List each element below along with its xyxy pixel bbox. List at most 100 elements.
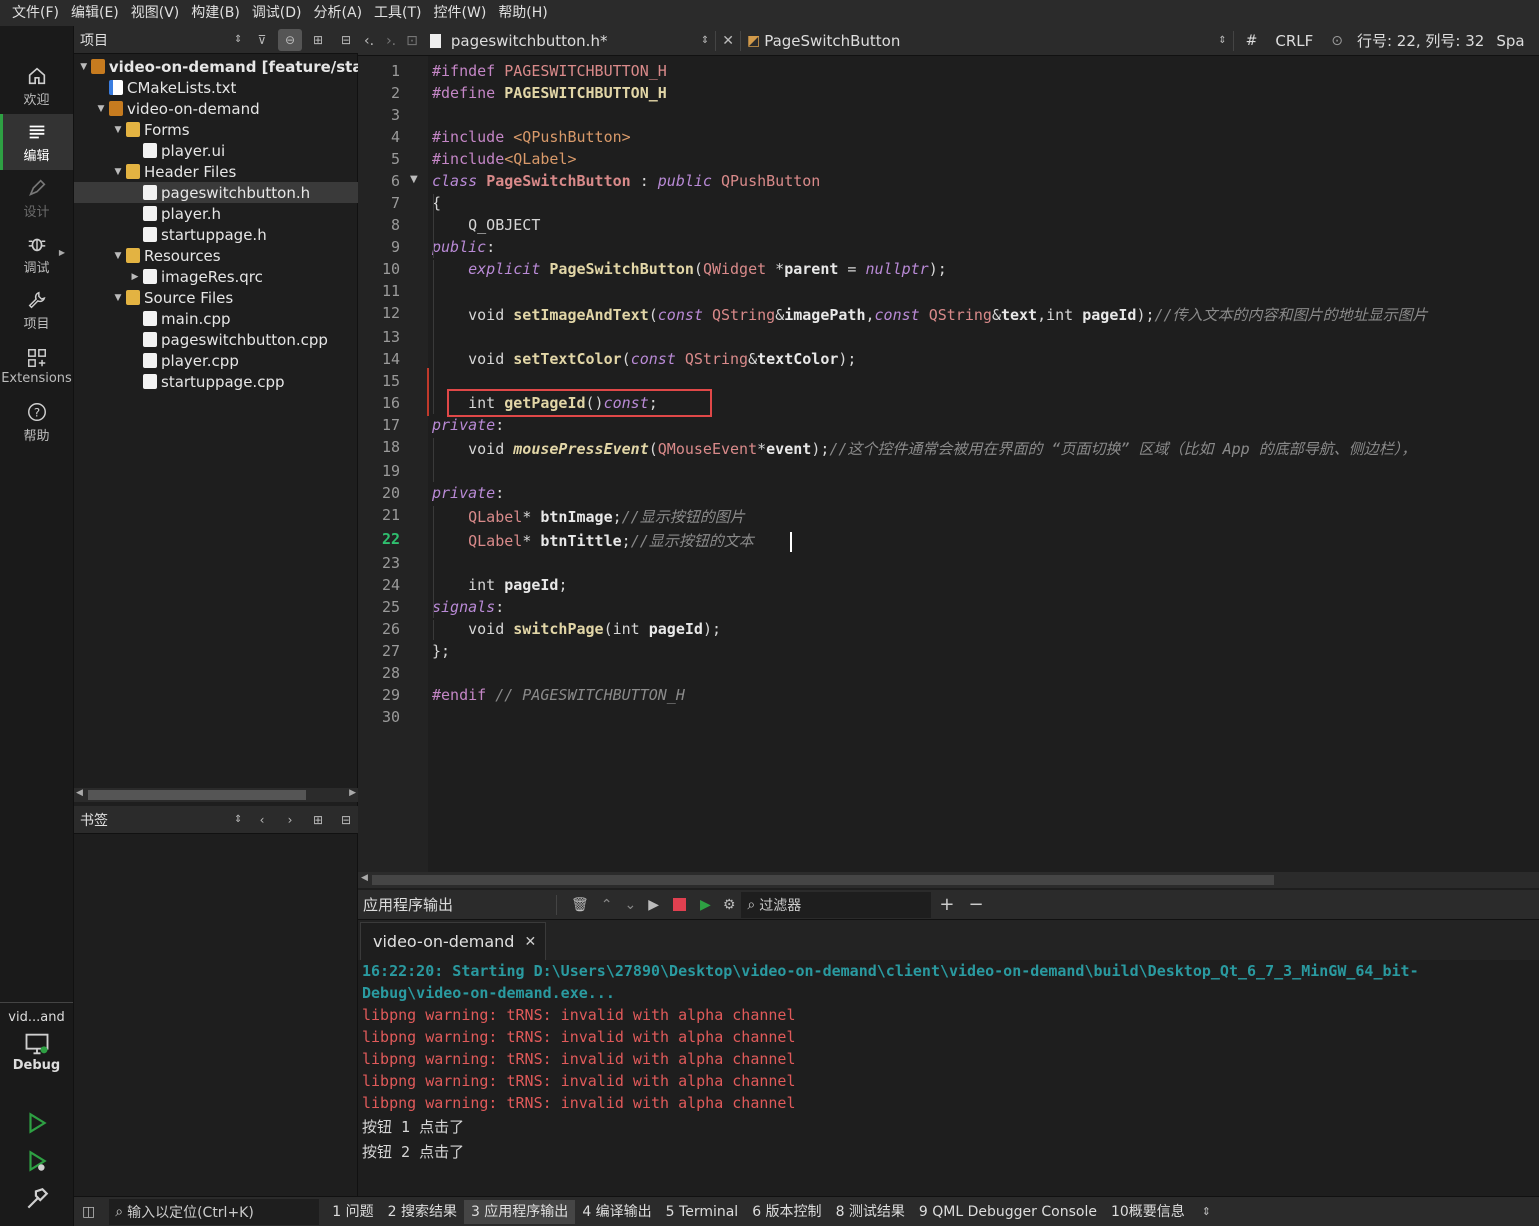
tree-item[interactable]: player.cpp — [74, 350, 358, 371]
code-line[interactable]: #include<QLabel> — [432, 150, 577, 168]
close-pane-button[interactable]: ⊟ — [334, 29, 358, 51]
code-line[interactable]: QLabel* btnImage;//显示按钮的图片 — [432, 506, 745, 527]
bookmarks-title[interactable]: 书签 — [74, 810, 234, 830]
updown-icon[interactable]: ⇕ — [1192, 1205, 1221, 1218]
mode-edit[interactable]: 编辑 — [0, 114, 73, 170]
menu-item[interactable]: 调试(D) — [246, 0, 308, 26]
code-line[interactable]: void setImageAndText(const QString&image… — [432, 304, 1427, 325]
menu-item[interactable]: 视图(V) — [125, 0, 186, 26]
stop-icon[interactable] — [673, 898, 687, 911]
debug-run-button[interactable] — [24, 1148, 50, 1178]
split-button[interactable]: ⊞ — [306, 29, 330, 51]
output-pane-title[interactable]: 应用程序输出 — [358, 894, 548, 915]
output-filter-input[interactable]: ⌕ 过滤器 — [741, 891, 932, 918]
symbol-selector[interactable]: PageSwitchButton — [764, 32, 1218, 50]
tree-item[interactable]: main.cpp — [74, 308, 358, 329]
attach-debugger-icon[interactable]: ▶ — [694, 897, 717, 913]
tree-twisty-icon[interactable]: ▼ — [112, 125, 124, 135]
code-line[interactable]: private: — [432, 484, 504, 502]
prev-bookmark-button[interactable]: ‹ — [250, 809, 274, 831]
code-line[interactable]: QLabel* btnTittle;//显示按钮的文本 — [432, 530, 754, 551]
status-tab[interactable]: 1 问题 — [325, 1200, 380, 1224]
menu-item[interactable]: 编辑(E) — [65, 0, 125, 26]
hash-button[interactable]: # — [1240, 33, 1264, 49]
tree-item[interactable]: ▼ video-on-demand — [74, 98, 358, 119]
tree-item[interactable]: player.ui — [74, 140, 358, 161]
minus-icon[interactable]: − — [962, 894, 989, 915]
status-tab[interactable]: 3 应用程序输出 — [463, 1199, 576, 1224]
fold-arrow-icon[interactable]: ▼ — [410, 174, 418, 185]
editor-hscrollbar[interactable]: ◀ — [358, 872, 1539, 888]
tree-item[interactable]: ▼ Forms — [74, 119, 358, 140]
updown-icon[interactable]: ⇕ — [234, 814, 246, 825]
output-console[interactable]: 16:22:20: Starting D:\Users\27890\Deskto… — [358, 960, 1539, 1196]
code-line[interactable]: int pageId; — [432, 576, 567, 594]
close-document-icon[interactable]: ✕ — [722, 33, 734, 49]
tree-item[interactable]: ▼ Header Files — [74, 161, 358, 182]
filter-button[interactable]: ⊽ — [250, 29, 274, 51]
document-selector[interactable]: pageswitchbutton.h* — [451, 32, 701, 50]
chevron-up-icon[interactable]: ⌃ — [595, 897, 619, 913]
project-panel-title[interactable]: 项目 — [74, 30, 234, 50]
run-button[interactable] — [24, 1110, 50, 1140]
tree-item[interactable]: ▼ Source Files — [74, 287, 358, 308]
mode-debug[interactable]: 调试 ▶ — [0, 226, 73, 282]
tree-item[interactable]: CMakeLists.txt — [74, 77, 358, 98]
mode-project[interactable]: 项目 — [0, 282, 73, 338]
scroll-left-icon[interactable]: ◀ — [361, 873, 368, 883]
scroll-left-icon[interactable]: ◀ — [76, 788, 83, 798]
status-tab[interactable]: 8 测试结果 — [829, 1200, 912, 1224]
status-tab[interactable]: 10概要信息 — [1104, 1200, 1192, 1224]
code-line[interactable]: void setTextColor(const QString&textColo… — [432, 350, 856, 368]
code-line[interactable]: #endif // PAGESWITCHBUTTON_H — [432, 686, 685, 704]
status-tab[interactable]: 4 编译输出 — [575, 1200, 658, 1224]
code-editor[interactable]: 1 2 3 4 5 6 7 8 9 10 11 12 13 14 15 16 17 18 19 20 21 22 23 24 2… — [358, 56, 1539, 872]
code-line[interactable]: Q_OBJECT — [432, 216, 540, 234]
cursor-position[interactable]: 行号: 22, 列号: 32 — [1349, 30, 1492, 51]
menu-item[interactable]: 分析(A) — [308, 0, 369, 26]
status-tab[interactable]: 2 搜索结果 — [381, 1200, 464, 1224]
menu-item[interactable]: 工具(T) — [368, 0, 427, 26]
chevron-down-icon[interactable]: ⌄ — [619, 897, 643, 913]
scroll-right-icon[interactable]: ▶ — [349, 788, 356, 798]
code-line[interactable]: signals: — [432, 598, 504, 616]
status-tab[interactable]: 6 版本控制 — [745, 1200, 828, 1224]
tree-item[interactable]: player.h — [74, 203, 358, 224]
updown-icon[interactable]: ⇕ — [234, 34, 246, 45]
code-line[interactable]: public: — [432, 238, 495, 256]
mode-help[interactable]: ? 帮助 — [0, 394, 73, 450]
tree-twisty-icon[interactable]: ▼ — [112, 293, 124, 303]
link-button[interactable]: ⊖ — [278, 28, 302, 51]
code-line[interactable]: void switchPage(int pageId); — [432, 620, 721, 638]
tree-item[interactable]: startuppage.cpp — [74, 371, 358, 392]
tree-item[interactable]: pageswitchbutton.cpp — [74, 329, 358, 350]
rerun-icon[interactable]: ▶ — [642, 897, 665, 913]
mode-design[interactable]: 设计 — [0, 170, 73, 226]
code-line[interactable]: #define PAGESWITCHBUTTON_H — [432, 84, 667, 102]
close-icon[interactable]: ✕ — [524, 934, 536, 950]
tree-twisty-icon[interactable]: ▼ — [95, 104, 107, 114]
kit-selector[interactable]: Debug — [0, 1030, 73, 1088]
tree-item[interactable]: ▶ imageRes.qrc — [74, 266, 358, 287]
code-line[interactable]: private: — [432, 416, 504, 434]
indent-setting[interactable]: Spa — [1492, 32, 1528, 50]
nav-forward-icon[interactable]: ›. — [380, 33, 402, 49]
code-line[interactable]: }; — [432, 642, 450, 660]
menu-item[interactable]: 文件(F) — [6, 0, 65, 26]
build-button[interactable] — [24, 1186, 50, 1216]
updown-icon[interactable]: ⇕ — [701, 35, 709, 46]
next-bookmark-button[interactable]: › — [278, 809, 302, 831]
tree-item[interactable]: ▼ Resources — [74, 245, 358, 266]
nav-back-icon[interactable]: ‹. — [358, 33, 380, 49]
menu-item[interactable]: 控件(W) — [428, 0, 493, 26]
code-line[interactable]: class PageSwitchButton : public QPushBut… — [432, 172, 820, 190]
encoding-icon[interactable]: ⊙ — [1325, 33, 1349, 49]
scroll-thumb[interactable] — [372, 875, 1274, 885]
tree-twisty-icon[interactable]: ▶ — [129, 272, 141, 282]
mode-welcome[interactable]: 欢迎 — [0, 58, 73, 114]
line-ending-selector[interactable]: CRLF — [1263, 32, 1325, 50]
tree-item[interactable]: startuppage.h — [74, 224, 358, 245]
menu-item[interactable]: 帮助(H) — [492, 0, 553, 26]
gear-icon[interactable]: ⚙ — [717, 897, 742, 913]
clear-output-icon[interactable]: 🗑 — [565, 897, 595, 913]
